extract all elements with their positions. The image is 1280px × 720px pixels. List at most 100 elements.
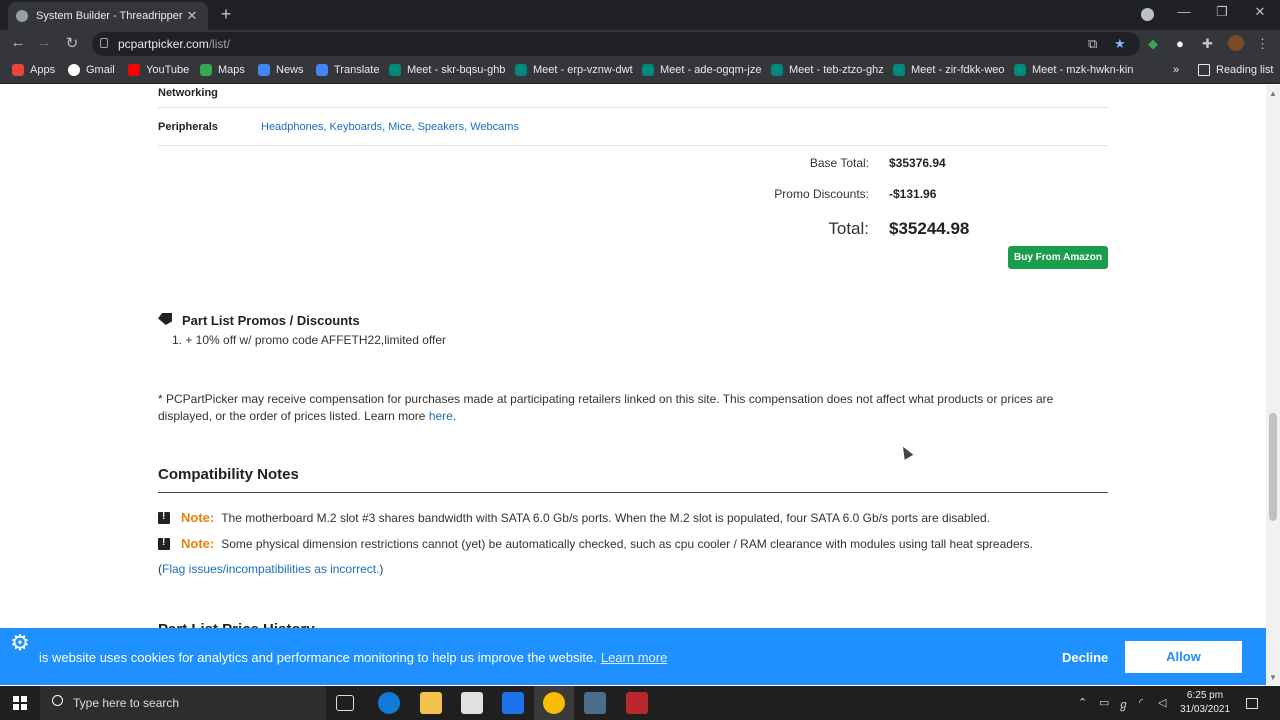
news-icon bbox=[258, 64, 270, 76]
bookmark-gmail[interactable]: Gmail bbox=[68, 64, 115, 76]
volume-icon[interactable]: ◁ bbox=[1158, 696, 1166, 709]
page-scrollbar[interactable]: ▲ ▼ bbox=[1266, 85, 1280, 685]
section-divider bbox=[158, 492, 1108, 493]
link-webcams[interactable]: Webcams bbox=[470, 121, 519, 133]
meet-icon bbox=[389, 64, 401, 76]
category-networking: Networking bbox=[158, 87, 218, 99]
exclamation-icon bbox=[158, 537, 170, 550]
flag-issues-link[interactable]: Flag issues/incompatibilities as incorre… bbox=[162, 562, 379, 576]
peripherals-links: Headphones, Keyboards, Mice, Speakers, W… bbox=[261, 121, 519, 133]
compensation-disclaimer: * PCPartPicker may receive compensation … bbox=[158, 392, 1054, 423]
cookie-learn-more-link[interactable]: Learn more bbox=[601, 650, 667, 665]
reading-list-button[interactable]: Reading list bbox=[1198, 64, 1273, 76]
bookmark-meet-3[interactable]: Meet - ade-ogqm-jze bbox=[642, 64, 762, 76]
bookmark-meet-1[interactable]: Meet - skr-bqsu-ghb bbox=[389, 64, 505, 76]
maximize-icon[interactable]: ❐ bbox=[1212, 4, 1232, 20]
wifi-icon[interactable]: ◜ bbox=[1139, 696, 1143, 709]
calculator-icon[interactable] bbox=[584, 692, 606, 714]
record-icon[interactable]: ● bbox=[1176, 36, 1184, 51]
tag-icon bbox=[158, 313, 172, 325]
cookie-message: is website uses cookies for analytics an… bbox=[39, 650, 668, 665]
app-icon[interactable] bbox=[626, 692, 648, 714]
bookmark-meet-2[interactable]: Meet - erp-vznw-dwt bbox=[515, 64, 633, 76]
extension-icon[interactable]: ◆ bbox=[1148, 36, 1158, 52]
task-view-icon[interactable] bbox=[336, 695, 354, 711]
cookie-settings-gear-icon[interactable]: ⚙ bbox=[0, 628, 40, 658]
scroll-down-icon[interactable]: ▼ bbox=[1269, 673, 1277, 682]
link-mice[interactable]: Mice bbox=[388, 121, 411, 133]
file-explorer-icon[interactable] bbox=[420, 692, 442, 714]
close-icon[interactable]: ✕ bbox=[184, 8, 200, 24]
tab-search-icon[interactable] bbox=[1141, 8, 1154, 21]
scroll-thumb[interactable] bbox=[1269, 413, 1277, 521]
tab-title: System Builder - Threadripper 39 bbox=[36, 10, 184, 22]
cookie-allow-button[interactable]: Allow bbox=[1125, 641, 1242, 673]
input-method-icon[interactable]: ℊ bbox=[1118, 696, 1129, 712]
promo-discounts-label: Promo Discounts: bbox=[774, 187, 869, 201]
avatar[interactable] bbox=[1228, 35, 1244, 51]
category-peripherals: Peripherals bbox=[158, 121, 218, 133]
promo-item: 1. + 10% off w/ promo code AFFETH22,limi… bbox=[172, 333, 447, 347]
youtube-icon bbox=[128, 64, 140, 76]
taskbar-search-placeholder: Type here to search bbox=[73, 696, 180, 710]
buy-from-amazon-button[interactable]: Buy From Amazon bbox=[1008, 246, 1108, 269]
link-keyboards[interactable]: Keyboards bbox=[330, 121, 383, 133]
windows-start-icon[interactable] bbox=[13, 696, 27, 710]
meet-icon bbox=[642, 64, 654, 76]
page-content: Networking Peripherals Headphones, Keybo… bbox=[0, 85, 1266, 685]
notifications-icon[interactable] bbox=[1246, 698, 1258, 709]
tab-bar: System Builder - Threadripper 39 ✕ + — ❐… bbox=[0, 0, 1280, 30]
translate-icon bbox=[316, 64, 328, 76]
minimize-icon[interactable]: — bbox=[1174, 4, 1194, 19]
divider bbox=[158, 107, 1108, 108]
browser-toolbar: ← → ↻ pcpartpicker.com/list/ ⧉ ★ ◆ ● ✚ ⋮ bbox=[0, 30, 1280, 58]
bookmark-maps[interactable]: Maps bbox=[200, 64, 245, 76]
total-label: Total: bbox=[828, 219, 869, 238]
bookmark-youtube[interactable]: YouTube bbox=[128, 64, 189, 76]
link-headphones[interactable]: Headphones bbox=[261, 121, 323, 133]
menu-kebab-icon[interactable]: ⋮ bbox=[1256, 36, 1269, 52]
bookmark-star-icon[interactable]: ★ bbox=[1114, 36, 1126, 52]
battery-icon[interactable]: ▭ bbox=[1099, 696, 1109, 709]
bookmarks-bar: Apps Gmail YouTube Maps News Translate M… bbox=[0, 58, 1280, 84]
reading-list-icon bbox=[1198, 64, 1210, 76]
window-close-icon[interactable]: ✕ bbox=[1250, 4, 1270, 20]
tab-active[interactable]: System Builder - Threadripper 39 ✕ bbox=[8, 2, 208, 30]
bookmark-meet-4[interactable]: Meet - teb-ztzo-ghz bbox=[771, 64, 884, 76]
search-icon bbox=[52, 695, 63, 706]
compat-note: Note: The motherboard M.2 slot #3 shares… bbox=[158, 510, 990, 525]
taskbar-clock[interactable]: 6:25 pm 31/03/2021 bbox=[1180, 689, 1230, 717]
meet-icon bbox=[515, 64, 527, 76]
bookmark-apps[interactable]: Apps bbox=[12, 64, 55, 76]
promos-title: Part List Promos / Discounts bbox=[182, 313, 360, 328]
cookie-decline-button[interactable]: Decline bbox=[1062, 650, 1108, 665]
bookmarks-overflow-button[interactable]: » bbox=[1173, 64, 1179, 76]
edge-browser-icon[interactable] bbox=[378, 692, 400, 714]
address-bar[interactable]: pcpartpicker.com/list/ ⧉ ★ bbox=[92, 32, 1140, 56]
apps-grid-icon bbox=[12, 64, 24, 76]
store-icon[interactable] bbox=[461, 692, 483, 714]
reload-icon[interactable]: ↻ bbox=[62, 34, 82, 52]
bookmark-meet-6[interactable]: Meet - mzk-hwkn-kin bbox=[1014, 64, 1133, 76]
bookmark-news[interactable]: News bbox=[258, 64, 304, 76]
scroll-up-icon[interactable]: ▲ bbox=[1269, 89, 1277, 98]
taskbar-search[interactable]: Type here to search bbox=[40, 686, 326, 720]
maps-icon bbox=[200, 64, 212, 76]
learn-more-here-link[interactable]: here bbox=[429, 409, 453, 423]
chrome-icon[interactable] bbox=[543, 692, 565, 714]
tray-overflow-icon[interactable]: ⌃ bbox=[1078, 696, 1087, 709]
forward-icon[interactable]: → bbox=[34, 34, 54, 51]
install-app-icon[interactable]: ⧉ bbox=[1088, 36, 1097, 52]
bookmark-meet-5[interactable]: Meet - zir-fdkk-weo bbox=[893, 64, 1005, 76]
puzzle-extensions-icon[interactable]: ✚ bbox=[1202, 36, 1213, 52]
link-speakers[interactable]: Speakers bbox=[418, 121, 464, 133]
back-icon[interactable]: ← bbox=[8, 34, 28, 51]
divider bbox=[158, 145, 1108, 146]
new-tab-button[interactable]: + bbox=[216, 4, 236, 25]
meet-icon bbox=[893, 64, 905, 76]
mail-icon[interactable] bbox=[502, 692, 524, 714]
pcpartpicker-favicon-icon bbox=[16, 10, 28, 22]
lock-icon bbox=[100, 38, 108, 48]
bookmark-translate[interactable]: Translate bbox=[316, 64, 379, 76]
url-text: pcpartpicker.com/list/ bbox=[118, 37, 231, 51]
